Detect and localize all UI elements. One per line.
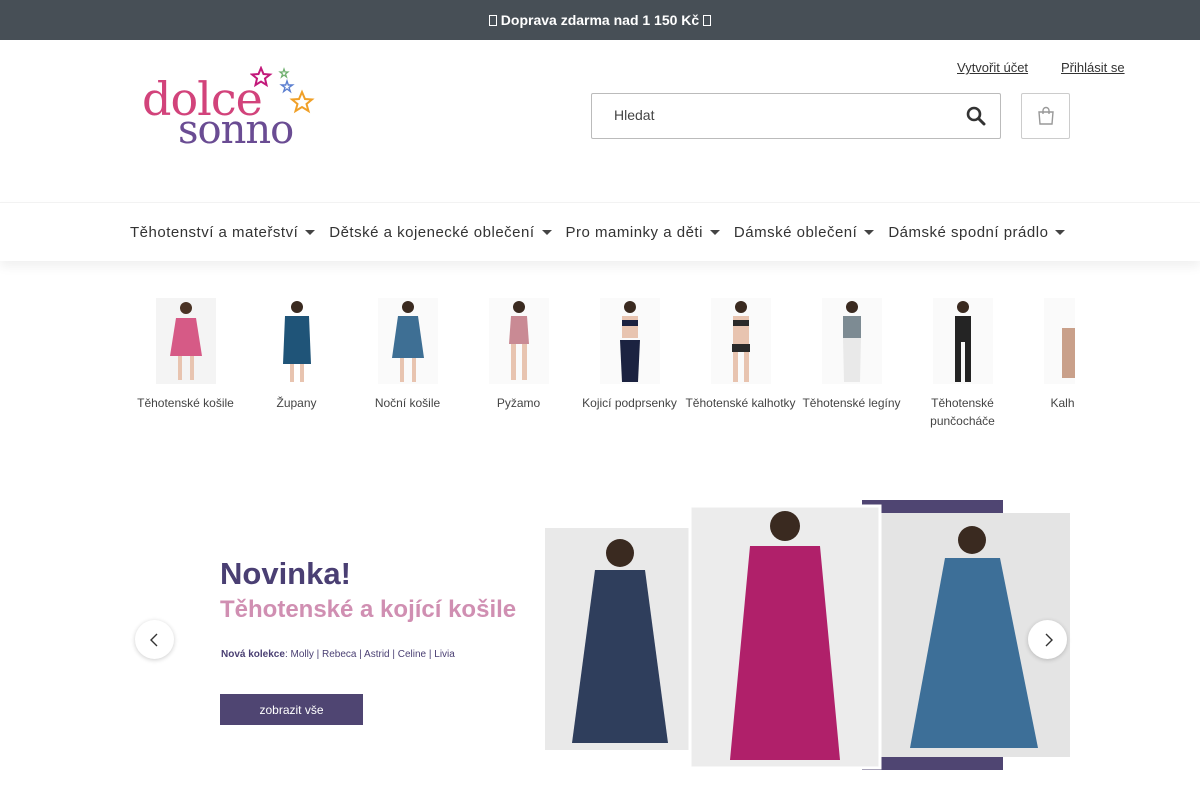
nav-item-label: Dámské oblečení	[733, 224, 858, 241]
main-navigation: Těhotenství a mateřství Dětské a kojenec…	[0, 202, 1200, 261]
category-item[interactable]: Pyžamo	[463, 298, 574, 412]
banner-title: Novinka!	[220, 556, 351, 591]
nav-item-womens-clothing[interactable]: Dámské oblečení	[733, 224, 875, 241]
nav-item-label: Těhotenství a mateřství	[130, 224, 299, 241]
category-item[interactable]: Kojicí podprsenky	[574, 298, 685, 412]
caret-down-icon	[1055, 230, 1066, 235]
category-thumbnail	[1043, 298, 1075, 384]
category-label: Noční košile	[374, 396, 441, 410]
caret-down-icon	[709, 230, 720, 235]
category-label: Župany	[276, 396, 317, 410]
collection-names: : Molly | Rebeca | Astrid | Celine | Liv…	[284, 649, 455, 660]
banner-subtitle: Těhotenské a kojící košile	[220, 596, 517, 623]
category-item[interactable]: Noční košile	[352, 298, 463, 412]
nav-item-label: Pro maminky a děti	[565, 224, 703, 241]
category-item[interactable]: Těhotenské kalhotky	[685, 298, 796, 412]
category-label: Kalhotky	[1050, 396, 1075, 410]
nav-item-label: Dětské a kojenecké oblečení	[329, 224, 535, 241]
category-thumbnail	[599, 298, 660, 384]
category-label: Těhotenské legíny	[802, 396, 901, 410]
category-item[interactable]: Kalhotky	[1018, 298, 1075, 412]
category-thumbnail	[488, 298, 549, 384]
carousel-prev-button[interactable]	[135, 620, 174, 659]
category-item[interactable]: Župany	[241, 298, 352, 412]
shopping-bag-icon	[1037, 106, 1054, 125]
stars-icon	[250, 66, 315, 114]
category-label: Těhotenské punčocháče	[930, 396, 995, 428]
truck-icon	[488, 14, 497, 26]
category-item[interactable]: Těhotenské punčocháče	[907, 298, 1018, 430]
create-account-link[interactable]: Vytvořit účet	[957, 60, 1028, 75]
category-thumbnail	[266, 298, 327, 384]
carousel-next-button[interactable]	[1028, 620, 1067, 659]
category-item[interactable]: Těhotenské košile	[130, 298, 241, 412]
chevron-left-icon	[149, 633, 157, 646]
free-shipping-bar: Doprava zdarma nad 1 150 Kč	[0, 0, 1200, 40]
search-icon[interactable]	[966, 106, 986, 126]
collection-label: Nová kolekce	[221, 649, 285, 660]
site-header: dolce sonno Vytvořit účet Přihlásit se	[0, 40, 1200, 200]
category-label: Těhotenské košile	[137, 396, 234, 410]
category-label: Pyžamo	[496, 396, 541, 410]
show-all-button[interactable]: zobrazit vše	[220, 694, 363, 725]
caret-down-icon	[864, 230, 875, 235]
nav-item-label: Dámské spodní prádlo	[888, 224, 1049, 241]
caret-down-icon	[305, 230, 316, 235]
category-thumbnail	[155, 298, 216, 384]
nav-item-moms-and-kids[interactable]: Pro maminky a děti	[566, 224, 720, 241]
category-carousel: Těhotenské košile Župany Noční košile Py…	[130, 298, 1075, 438]
category-label: Kojicí podprsenky	[582, 396, 677, 410]
search-input[interactable]	[614, 107, 954, 123]
category-thumbnail	[377, 298, 438, 384]
free-shipping-text: Doprava zdarma nad 1 150 Kč	[500, 12, 700, 28]
banner-collection: Nová kolekce: Molly | Rebeca | Astrid | …	[221, 649, 455, 660]
chevron-right-icon	[1045, 633, 1053, 646]
logo[interactable]: dolce sonno	[142, 66, 322, 156]
banner-models-image	[545, 500, 1070, 770]
category-thumbnail	[821, 298, 882, 384]
category-thumbnail	[932, 298, 993, 384]
login-link[interactable]: Přihlásit se	[1061, 60, 1125, 75]
nav-item-pregnancy[interactable]: Těhotenství a mateřství	[130, 224, 316, 241]
category-thumbnail	[710, 298, 771, 384]
nav-item-kids-clothing[interactable]: Dětské a kojenecké oblečení	[329, 224, 552, 241]
nav-item-womens-underwear[interactable]: Dámské spodní prádlo	[888, 224, 1066, 241]
truck-icon	[703, 14, 712, 26]
cart-button[interactable]	[1021, 93, 1070, 139]
category-item[interactable]: Těhotenské legíny	[796, 298, 907, 412]
promo-banner[interactable]: Novinka! Těhotenské a kojící košile Nová…	[130, 498, 1070, 770]
caret-down-icon	[541, 230, 552, 235]
search-box[interactable]	[591, 93, 1001, 139]
category-label: Těhotenské kalhotky	[685, 396, 796, 410]
